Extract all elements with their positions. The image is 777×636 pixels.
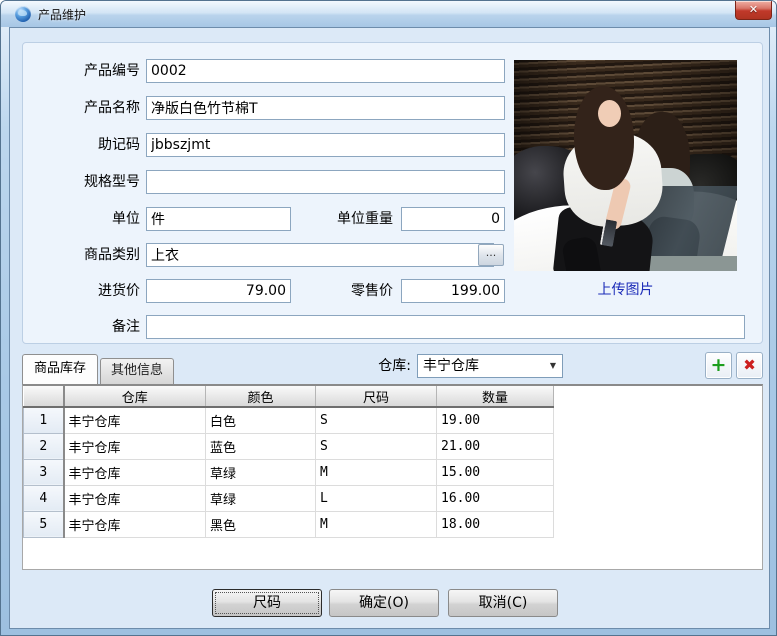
warehouse-selected-value: 丰宁仓库	[423, 358, 479, 374]
warehouse-cell[interactable]: 丰宁仓库	[64, 433, 206, 459]
row-number-cell[interactable]: 1	[24, 407, 64, 433]
quantity-cell[interactable]: 21.00	[437, 433, 554, 459]
tab-other-info[interactable]: 其他信息	[100, 358, 174, 384]
color-cell[interactable]: 草绿	[206, 459, 316, 485]
product-code-input[interactable]	[146, 59, 505, 83]
row-number-cell[interactable]: 2	[24, 433, 64, 459]
product-name-input[interactable]	[146, 96, 505, 120]
size-cell[interactable]: M	[316, 511, 437, 537]
category-browse-button[interactable]: ...	[478, 244, 504, 266]
close-button[interactable]: ✕	[735, 1, 772, 20]
row-number-cell[interactable]: 4	[24, 485, 64, 511]
unit-input[interactable]	[146, 207, 291, 231]
delete-row-button[interactable]: ✖	[736, 352, 763, 379]
color-cell[interactable]: 蓝色	[206, 433, 316, 459]
size-cell[interactable]: M	[316, 459, 437, 485]
cancel-button[interactable]: 取消(C)	[448, 589, 558, 617]
color-cell[interactable]: 草绿	[206, 485, 316, 511]
warehouse-cell[interactable]: 丰宁仓库	[64, 407, 206, 433]
spec-model-input[interactable]	[146, 170, 505, 194]
category-input[interactable]	[146, 243, 494, 267]
quantity-column-header[interactable]: 数量	[437, 386, 554, 407]
warehouse-cell[interactable]: 丰宁仓库	[64, 459, 206, 485]
stock-table-container: 仓库 颜色 尺码 数量 1 丰宁仓库 白色 S 19.00	[22, 384, 763, 570]
photo-face-shape	[598, 100, 621, 127]
warehouse-dropdown[interactable]: 丰宁仓库 ▼	[417, 354, 563, 378]
warehouse-label: 仓库:	[351, 354, 411, 378]
globe-icon	[15, 6, 31, 22]
product-photo	[514, 60, 737, 271]
product-code-label: 产品编号	[33, 59, 140, 83]
add-row-button[interactable]: +	[705, 352, 732, 379]
upload-image-link[interactable]: 上传图片	[514, 279, 737, 299]
size-cell[interactable]: L	[316, 485, 437, 511]
row-number-header	[24, 386, 64, 407]
color-column-header[interactable]: 颜色	[206, 386, 316, 407]
ok-button[interactable]: 确定(O)	[329, 589, 439, 617]
product-name-label: 产品名称	[33, 96, 140, 120]
remark-label: 备注	[33, 315, 140, 339]
quantity-cell[interactable]: 15.00	[437, 459, 554, 485]
warehouse-cell[interactable]: 丰宁仓库	[64, 511, 206, 537]
warehouse-column-header[interactable]: 仓库	[64, 386, 206, 407]
row-number-cell[interactable]: 3	[24, 459, 64, 485]
table-row[interactable]: 1 丰宁仓库 白色 S 19.00	[24, 407, 554, 433]
spec-model-label: 规格型号	[33, 170, 140, 194]
chevron-down-icon: ▼	[550, 355, 556, 377]
table-header-row: 仓库 颜色 尺码 数量	[24, 386, 554, 407]
table-row[interactable]: 5 丰宁仓库 黑色 M 18.00	[24, 511, 554, 537]
row-number-cell[interactable]: 5	[24, 511, 64, 537]
product-form-panel: 产品编号 产品名称 助记码 规格型号 单位 单位重量 商品类别 ... 进货价 …	[22, 42, 763, 344]
size-column-header[interactable]: 尺码	[316, 386, 437, 407]
color-cell[interactable]: 黑色	[206, 511, 316, 537]
category-label: 商品类别	[33, 243, 140, 267]
retail-price-input[interactable]	[401, 279, 505, 303]
quantity-cell[interactable]: 16.00	[437, 485, 554, 511]
titlebar: 产品维护 ✕	[1, 1, 776, 27]
mnemonic-label: 助记码	[33, 133, 140, 157]
mnemonic-input[interactable]	[146, 133, 505, 157]
quantity-cell[interactable]: 19.00	[437, 407, 554, 433]
stock-table: 仓库 颜色 尺码 数量 1 丰宁仓库 白色 S 19.00	[23, 386, 554, 538]
size-cell[interactable]: S	[316, 407, 437, 433]
purchase-price-input[interactable]	[146, 279, 291, 303]
retail-price-label: 零售价	[283, 279, 393, 303]
warehouse-cell[interactable]: 丰宁仓库	[64, 485, 206, 511]
unit-weight-label: 单位重量	[283, 207, 393, 231]
product-maintenance-window: 产品维护 ✕ 产品编号 产品名称 助记码 规格型号 单位 单位重量 商品类别 .…	[0, 0, 777, 636]
table-row[interactable]: 4 丰宁仓库 草绿 L 16.00	[24, 485, 554, 511]
table-row[interactable]: 2 丰宁仓库 蓝色 S 21.00	[24, 433, 554, 459]
remark-input[interactable]	[146, 315, 745, 339]
color-cell[interactable]: 白色	[206, 407, 316, 433]
table-row[interactable]: 3 丰宁仓库 草绿 M 15.00	[24, 459, 554, 485]
unit-label: 单位	[33, 207, 140, 231]
size-button[interactable]: 尺码	[212, 589, 322, 617]
window-title: 产品维护	[38, 6, 86, 23]
size-cell[interactable]: S	[316, 433, 437, 459]
unit-weight-input[interactable]	[401, 207, 505, 231]
tab-product-stock[interactable]: 商品库存	[22, 354, 98, 384]
purchase-price-label: 进货价	[33, 279, 140, 303]
dialog-client-area: 产品编号 产品名称 助记码 规格型号 单位 单位重量 商品类别 ... 进货价 …	[9, 27, 770, 629]
quantity-cell[interactable]: 18.00	[437, 511, 554, 537]
